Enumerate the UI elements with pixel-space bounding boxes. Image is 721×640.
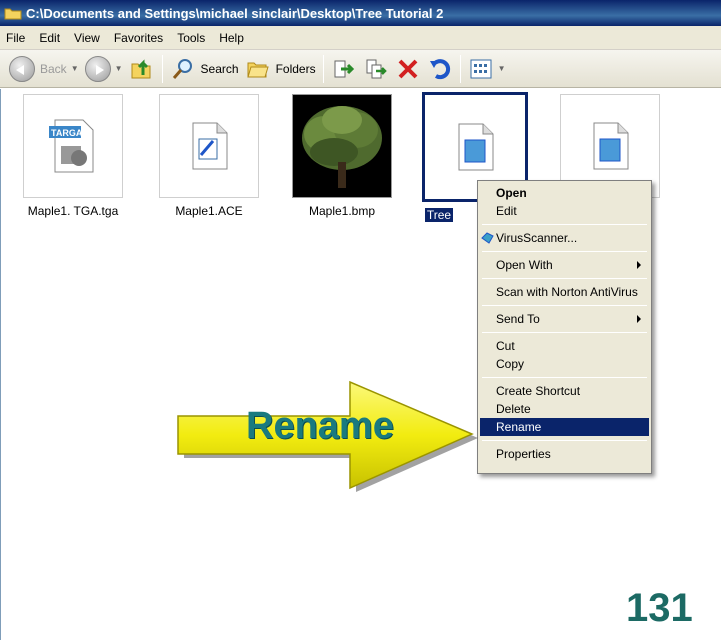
file-thumbnail[interactable] xyxy=(159,94,259,198)
menu-open-with[interactable]: Open With xyxy=(480,256,649,274)
toolbar-separator xyxy=(161,54,163,83)
search-icon xyxy=(170,56,196,82)
generic-image-icon xyxy=(458,123,494,171)
menu-virusscanner-label: VirusScanner... xyxy=(496,231,578,245)
virusscanner-icon xyxy=(481,232,494,244)
menu-delete[interactable]: Delete xyxy=(480,400,649,418)
views-dropdown-icon[interactable]: ▼ xyxy=(498,64,506,73)
toolbar-separator xyxy=(459,54,461,83)
menu-edit-file[interactable]: Edit xyxy=(480,202,649,220)
menu-favorites[interactable]: Favorites xyxy=(114,31,163,45)
submenu-arrow-icon xyxy=(637,261,641,269)
menu-separator xyxy=(482,251,647,252)
folders-button[interactable]: Folders xyxy=(242,54,319,84)
menu-properties[interactable]: Properties xyxy=(480,445,649,463)
menu-separator xyxy=(482,377,647,378)
file-item[interactable]: TARGA Maple1. TGA.tga xyxy=(18,94,128,218)
search-label: Search xyxy=(200,61,239,76)
back-label: Back xyxy=(40,61,67,76)
menu-file[interactable]: File xyxy=(6,31,25,45)
undo-button[interactable] xyxy=(424,54,456,84)
toolbar: Back ▼ ▼ Search Folders ▼ xyxy=(0,50,721,88)
menu-view[interactable]: View xyxy=(74,31,100,45)
forward-button[interactable]: ▼ xyxy=(82,54,126,84)
back-button[interactable]: Back ▼ xyxy=(6,54,82,84)
ace-file-icon xyxy=(192,122,228,170)
annotation-label: Rename xyxy=(246,405,394,447)
menu-separator xyxy=(482,440,647,441)
views-button[interactable]: ▼ xyxy=(465,54,509,84)
forward-dropdown-icon[interactable]: ▼ xyxy=(115,64,123,73)
menu-rename[interactable]: Rename xyxy=(480,418,649,436)
targa-badge: TARGA xyxy=(51,128,83,138)
menu-cut[interactable]: Cut xyxy=(480,337,649,355)
window-title-bar[interactable]: C:\Documents and Settings\michael sincla… xyxy=(0,0,721,26)
file-item[interactable]: Maple1.ACE xyxy=(154,94,264,218)
move-to-button[interactable] xyxy=(328,54,360,84)
window-title: C:\Documents and Settings\michael sincla… xyxy=(26,5,444,21)
menu-create-shortcut[interactable]: Create Shortcut xyxy=(480,382,649,400)
folders-label: Folders xyxy=(275,61,316,76)
context-menu: Open Edit VirusScanner... Open With Scan… xyxy=(477,180,652,474)
menu-scan-norton[interactable]: Scan with Norton AntiVirus xyxy=(480,283,649,301)
up-folder-icon xyxy=(129,56,155,82)
search-button[interactable]: Search xyxy=(167,54,242,84)
menu-separator xyxy=(482,278,647,279)
undo-icon xyxy=(427,56,453,82)
menu-open-with-label: Open With xyxy=(496,258,553,272)
copy-to-button[interactable] xyxy=(360,54,392,84)
folder-icon xyxy=(4,6,22,20)
back-dropdown-icon[interactable]: ▼ xyxy=(71,64,79,73)
file-thumbnail[interactable]: TARGA xyxy=(23,94,123,198)
file-thumbnail[interactable] xyxy=(292,94,392,198)
menu-separator xyxy=(482,332,647,333)
file-item[interactable]: Maple1.bmp xyxy=(287,94,397,218)
up-folder-button[interactable] xyxy=(126,54,158,84)
forward-arrow-icon xyxy=(84,55,111,82)
submenu-arrow-icon xyxy=(637,315,641,323)
file-name[interactable]: Maple1.bmp xyxy=(287,204,397,218)
move-to-icon xyxy=(331,56,357,82)
file-name[interactable]: Tree xyxy=(424,208,454,222)
menu-send-to-label: Send To xyxy=(496,312,540,326)
file-name[interactable]: Maple1.ACE xyxy=(154,204,264,218)
tree-thumbnail xyxy=(294,96,390,196)
menu-tools[interactable]: Tools xyxy=(177,31,205,45)
targa-file-icon: TARGA xyxy=(49,119,94,173)
file-name[interactable]: Maple1. TGA.tga xyxy=(18,204,128,218)
menu-open[interactable]: Open xyxy=(480,184,649,202)
menu-copy[interactable]: Copy xyxy=(480,355,649,373)
toolbar-separator xyxy=(322,54,324,83)
menu-separator xyxy=(482,224,647,225)
menu-send-to[interactable]: Send To xyxy=(480,310,649,328)
menu-bar: File Edit View Favorites Tools Help xyxy=(0,26,721,50)
delete-button[interactable] xyxy=(392,54,424,84)
folders-icon xyxy=(245,56,271,82)
delete-x-icon xyxy=(395,56,421,82)
menu-virusscanner[interactable]: VirusScanner... xyxy=(480,229,649,247)
page-number: 131 xyxy=(626,586,693,630)
menu-edit[interactable]: Edit xyxy=(39,31,60,45)
menu-separator xyxy=(482,305,647,306)
generic-image-icon xyxy=(593,122,629,170)
back-arrow-icon xyxy=(9,55,35,82)
views-icon xyxy=(468,56,494,82)
copy-to-icon xyxy=(363,56,389,82)
menu-help[interactable]: Help xyxy=(219,31,244,45)
